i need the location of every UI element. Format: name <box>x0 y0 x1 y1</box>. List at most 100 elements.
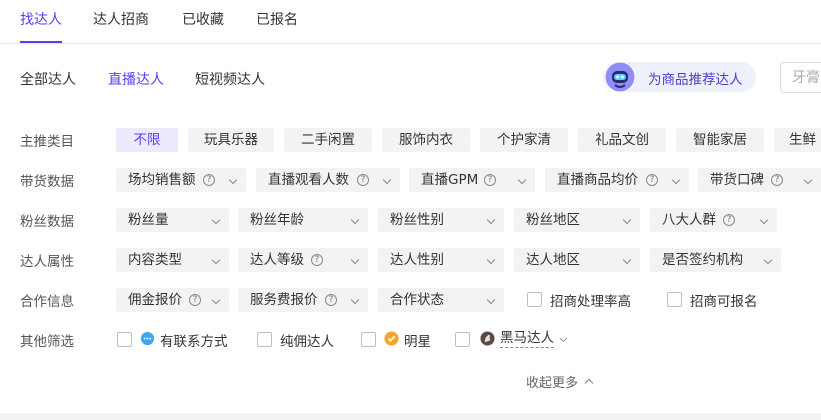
chevron-down-icon[interactable] <box>559 337 568 343</box>
fans-age-dropdown[interactable]: 粉丝年龄 <box>238 208 368 232</box>
checkbox-label[interactable]: 黑马达人 <box>500 330 554 348</box>
talent-region-dropdown[interactable]: 达人地区 <box>514 248 640 272</box>
help-icon[interactable]: ? <box>646 174 658 186</box>
chevron-down-icon <box>517 175 527 185</box>
collapse-label: 收起更多 <box>526 376 579 391</box>
robot-icon <box>604 61 636 93</box>
has-contact-checkbox[interactable] <box>117 332 132 347</box>
dropdown-label: 粉丝量 <box>128 212 169 228</box>
chevron-down-icon <box>350 215 360 225</box>
eight-groups-dropdown[interactable]: 八大人群 ? <box>650 208 777 232</box>
checkbox-label[interactable]: 明星 <box>404 330 431 350</box>
help-icon[interactable]: ? <box>325 294 337 306</box>
dropdown-label: 直播GPM <box>421 172 479 188</box>
commission-quote-dropdown[interactable]: 佣金报价 ? <box>116 288 229 312</box>
chevron-down-icon <box>382 175 392 185</box>
help-icon[interactable]: ? <box>203 174 215 186</box>
category-chip[interactable]: 不限 <box>116 128 178 152</box>
signed-agency-dropdown[interactable]: 是否签约机构 <box>650 248 781 272</box>
chevron-down-icon <box>228 175 238 185</box>
row-label-category: 主推类目 <box>20 134 74 150</box>
recommend-talent-label: 为商品推荐达人 <box>648 72 743 88</box>
dropdown-label: 直播观看人数 <box>268 172 349 188</box>
chevron-down-icon <box>211 295 221 305</box>
row-label-sales-data: 带货数据 <box>20 174 74 190</box>
chevron-down-icon <box>350 255 360 265</box>
category-chip[interactable]: 二手闲置 <box>284 128 372 152</box>
chevron-down-icon <box>211 255 221 265</box>
checkbox-label[interactable]: 招商可报名 <box>690 290 758 310</box>
category-chip[interactable]: 礼品文创 <box>578 128 666 152</box>
recommend-talent-button[interactable]: 为商品推荐达人 <box>603 61 756 93</box>
tab-find-talent[interactable]: 找达人 <box>20 9 62 29</box>
dropdown-label: 粉丝年龄 <box>250 212 304 228</box>
help-icon[interactable]: ? <box>189 294 201 306</box>
celebrity-checkbox[interactable] <box>361 332 376 347</box>
dropdown-label: 达人等级 <box>250 252 304 268</box>
chevron-down-icon <box>486 255 496 265</box>
tab-favorited[interactable]: 已收藏 <box>182 9 224 29</box>
help-icon[interactable]: ? <box>771 174 783 186</box>
chevron-down-icon <box>622 215 632 225</box>
dropdown-label: 直播商品均价 <box>557 172 638 188</box>
avg-sales-dropdown[interactable]: 场均销售额 ? <box>116 168 246 192</box>
help-icon[interactable]: ? <box>357 174 369 186</box>
dropdown-label: 合作状态 <box>390 292 444 308</box>
active-tab-indicator <box>20 41 62 43</box>
chat-icon <box>140 331 155 346</box>
chevron-down-icon <box>350 295 360 305</box>
service-fee-dropdown[interactable]: 服务费报价 ? <box>238 288 368 312</box>
high-processing-rate-checkbox[interactable] <box>527 292 542 307</box>
horse-icon <box>480 331 495 346</box>
category-chip[interactable]: 个护家清 <box>480 128 568 152</box>
coop-status-dropdown[interactable]: 合作状态 <box>378 288 504 312</box>
pure-commission-checkbox[interactable] <box>257 332 272 347</box>
dropdown-label: 达人地区 <box>526 252 580 268</box>
can-sign-up-checkbox[interactable] <box>667 292 682 307</box>
live-viewers-dropdown[interactable]: 直播观看人数 ? <box>256 168 400 192</box>
dropdown-label: 带货口碑 <box>710 172 764 188</box>
checkbox-label[interactable]: 招商处理率高 <box>550 290 631 310</box>
dropdown-label: 粉丝性别 <box>390 212 444 228</box>
search-input[interactable] <box>780 62 821 93</box>
category-chip[interactable]: 智能家居 <box>676 128 764 152</box>
help-icon[interactable]: ? <box>723 214 735 226</box>
sales-reputation-dropdown[interactable]: 带货口碑 ? <box>698 168 821 192</box>
top-tabs: 找达人 达人招商 已收藏 已报名 <box>0 0 821 44</box>
checkbox-label[interactable]: 有联系方式 <box>160 330 228 350</box>
live-gpm-dropdown[interactable]: 直播GPM ? <box>409 168 535 192</box>
collapse-more-button[interactable]: 收起更多 <box>526 372 594 391</box>
talent-level-dropdown[interactable]: 达人等级 ? <box>238 248 368 272</box>
subtab-short-video-talent[interactable]: 短视频达人 <box>195 69 265 89</box>
category-chip[interactable]: 玩具乐器 <box>188 128 274 152</box>
talent-gender-dropdown[interactable]: 达人性别 <box>378 248 504 272</box>
chevron-down-icon <box>211 215 221 225</box>
category-chip[interactable]: 服饰内衣 <box>382 128 470 152</box>
fans-region-dropdown[interactable]: 粉丝地区 <box>514 208 640 232</box>
subtab-all-talent[interactable]: 全部达人 <box>20 69 76 89</box>
checkbox-label[interactable]: 纯佣达人 <box>280 330 334 350</box>
fans-gender-dropdown[interactable]: 粉丝性别 <box>378 208 504 232</box>
category-chip[interactable]: 生鲜 <box>774 128 821 152</box>
tab-signed-up[interactable]: 已报名 <box>256 9 298 29</box>
live-avg-price-dropdown[interactable]: 直播商品均价 ? <box>545 168 689 192</box>
content-type-dropdown[interactable]: 内容类型 <box>116 248 229 272</box>
chevron-down-icon <box>763 255 773 265</box>
row-label-other-filters: 其他筛选 <box>20 334 74 350</box>
row-label-fans-data: 粉丝数据 <box>20 214 74 230</box>
chevron-down-icon <box>622 255 632 265</box>
dark-horse-checkbox[interactable] <box>455 332 470 347</box>
subtab-live-talent[interactable]: 直播达人 <box>108 69 164 89</box>
row-label-coop-info: 合作信息 <box>20 294 74 310</box>
bottom-divider <box>0 413 821 420</box>
help-icon[interactable]: ? <box>311 254 323 266</box>
talent-filter-page: 找达人 达人招商 已收藏 已报名 全部达人 直播达人 短视频达人 为商品推荐达人… <box>0 0 821 420</box>
dropdown-label: 场均销售额 <box>128 172 196 188</box>
help-icon[interactable]: ? <box>484 174 496 186</box>
tab-talent-recruit[interactable]: 达人招商 <box>93 9 149 29</box>
chevron-down-icon <box>759 215 769 225</box>
verified-badge-icon <box>384 331 399 346</box>
dropdown-label: 佣金报价 <box>128 292 182 308</box>
fans-count-dropdown[interactable]: 粉丝量 <box>116 208 229 232</box>
row-label-talent-attr: 达人属性 <box>20 254 74 270</box>
